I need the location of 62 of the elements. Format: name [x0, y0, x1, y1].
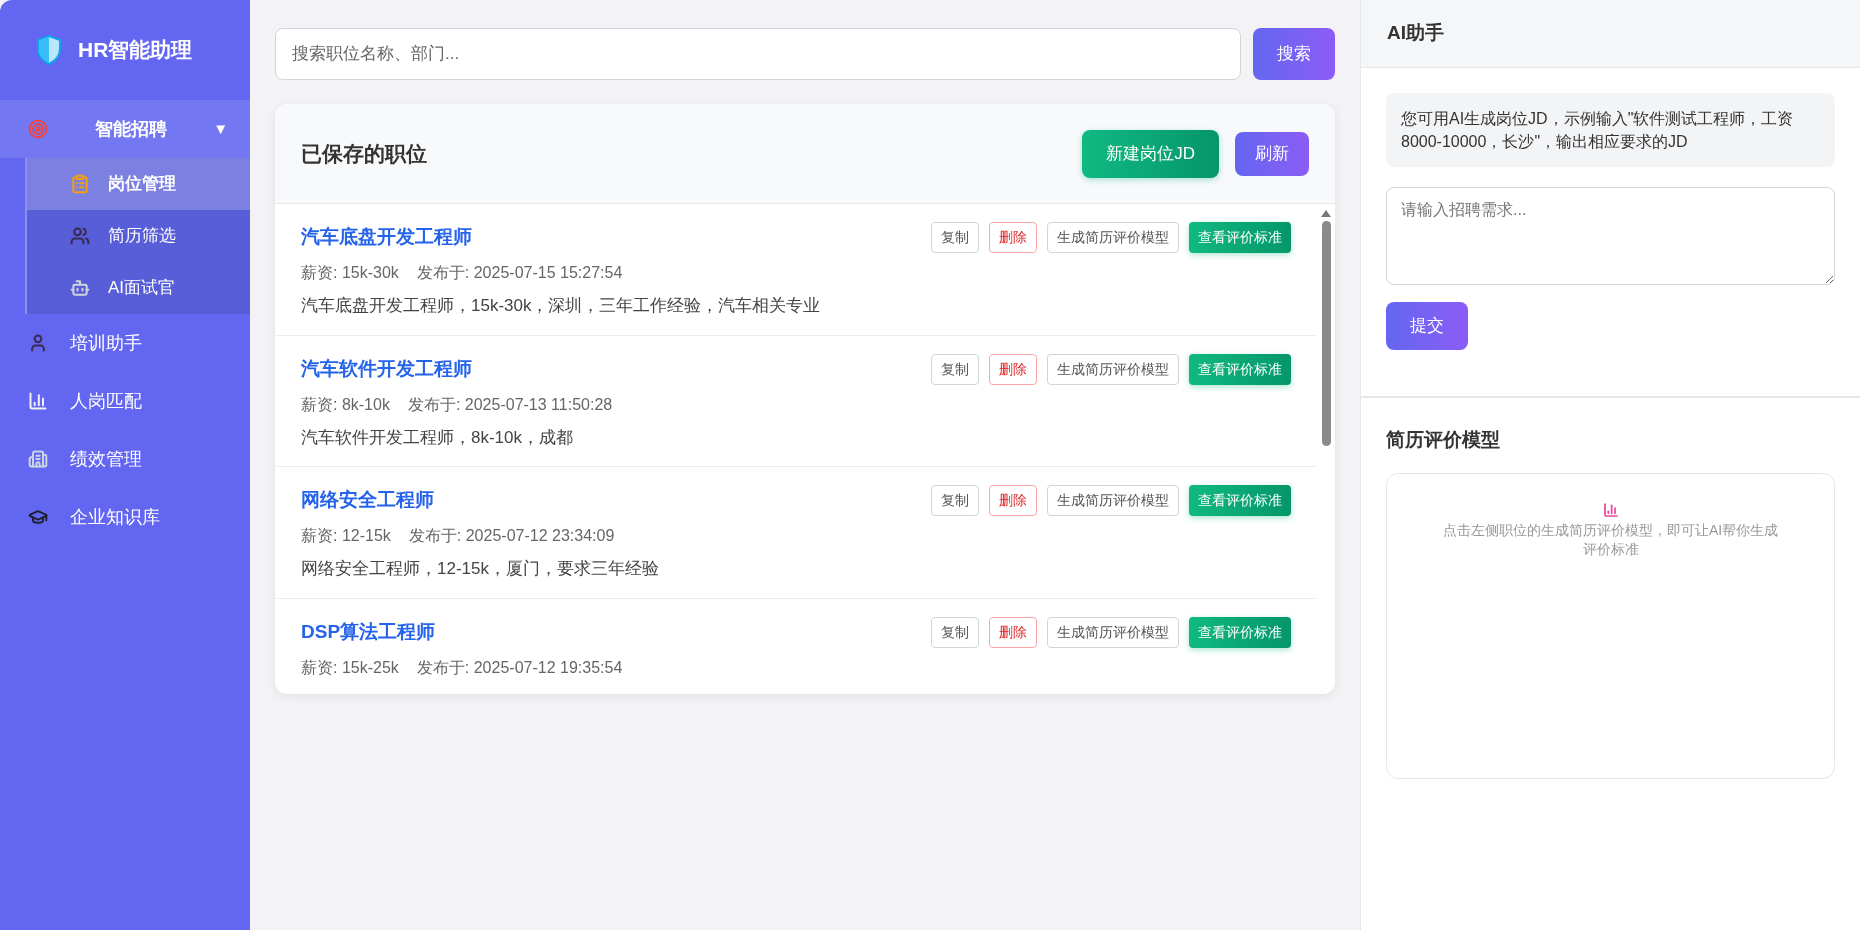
action-button[interactable]: 删除: [989, 616, 1037, 648]
submenu-item[interactable]: 简历筛选: [27, 210, 250, 262]
publish-date: 发布于: 2025-07-12 19:35:54: [416, 657, 623, 678]
header-button[interactable]: 刷新: [1235, 131, 1309, 176]
section-title: 简历评价模型: [1386, 428, 1501, 452]
menu-item[interactable]: 智能招聘 ▼: [0, 100, 250, 158]
job-title[interactable]: 汽车底盘开发工程师: [301, 223, 472, 252]
action-button[interactable]: 复制: [931, 616, 979, 648]
search-button[interactable]: 搜索: [1253, 28, 1335, 80]
action-button[interactable]: 生成简历评价模型: [1047, 485, 1179, 516]
action-button[interactable]: 查看评价标准: [1189, 485, 1291, 516]
action-button[interactable]: 删除: [989, 485, 1037, 516]
people-icon: [70, 226, 90, 246]
submit-button[interactable]: 提交: [1386, 302, 1468, 350]
action-button[interactable]: 生成简历评价模型: [1047, 616, 1179, 648]
search-field[interactable]: 搜索职位名称、部门...: [275, 28, 1241, 80]
action-button[interactable]: 复制: [931, 222, 979, 253]
publish-date: 发布于: 2025-07-15 15:27:54: [416, 263, 623, 283]
caret-icon[interactable]: ▼: [213, 117, 228, 141]
action-button[interactable]: 生成简历评价模型: [1047, 222, 1179, 253]
requirement-input[interactable]: 请输入招聘需求...: [1386, 187, 1835, 285]
salary-text: 薪资: 12-15k: [301, 526, 391, 546]
hint-message: 您可用AI生成岗位JD，示例输入"软件测试工程师，工资8000-10000，长沙"，输出相应要求的JD: [1386, 93, 1835, 167]
bar-chart-icon: [1602, 501, 1619, 518]
bar-chart-icon: [28, 391, 48, 411]
section-title: 已保存的职位: [301, 140, 427, 167]
header-button[interactable]: 新建岗位JD: [1082, 129, 1219, 178]
action-button[interactable]: 查看评价标准: [1189, 353, 1291, 385]
panel-title: AI助手: [1387, 21, 1444, 46]
graduation-cap-icon: [28, 507, 48, 527]
shield-logo-icon: [36, 35, 62, 65]
person-icon: [28, 333, 48, 353]
robot-icon: [70, 278, 90, 298]
action-button[interactable]: 删除: [989, 353, 1037, 385]
target-icon: [28, 119, 48, 139]
empty-hint: 点击左侧职位的生成简历评价模型，即可让AI帮你生成评价标准: [1441, 520, 1780, 559]
salary-text: 薪资: 15k-25k: [301, 657, 399, 678]
salary-text: 薪资: 15k-30k: [301, 263, 399, 283]
menu-item[interactable]: 绩效管理: [0, 430, 250, 488]
menu-item[interactable]: 培训助手: [0, 314, 250, 372]
job-description: 汽车软件开发工程师，8k-10k，成都: [301, 426, 575, 449]
menu-item[interactable]: 企业知识库: [0, 488, 250, 546]
submenu-item[interactable]: AI面试官: [27, 262, 250, 314]
job-description: 网络安全工程师，12-15k，厦门，要求三年经验: [301, 558, 660, 580]
action-button[interactable]: 复制: [931, 353, 979, 385]
submenu-item[interactable]: 岗位管理: [27, 158, 250, 210]
clipboard-icon: [70, 174, 90, 194]
app-title: HR智能助理: [78, 37, 193, 64]
action-button[interactable]: 生成简历评价模型: [1047, 353, 1179, 385]
salary-text: 薪资: 8k-10k: [301, 394, 390, 415]
job-title[interactable]: 汽车软件开发工程师: [301, 354, 472, 384]
action-button[interactable]: 查看评价标准: [1189, 222, 1291, 253]
publish-date: 发布于: 2025-07-12 23:34:09: [408, 526, 615, 546]
action-button[interactable]: 查看评价标准: [1189, 616, 1291, 648]
building-icon: [28, 449, 48, 469]
job-title[interactable]: 网络安全工程师: [301, 486, 434, 515]
action-button[interactable]: 复制: [931, 485, 979, 516]
job-description: 汽车底盘开发工程师，15k-30k，深圳，三年工作经验，汽车相关专业: [301, 295, 822, 317]
action-button[interactable]: 删除: [989, 222, 1037, 253]
publish-date: 发布于: 2025-07-13 11:50:28: [407, 394, 613, 415]
menu-item[interactable]: 人岗匹配: [0, 372, 250, 430]
job-title[interactable]: DSP算法工程师: [301, 617, 436, 647]
